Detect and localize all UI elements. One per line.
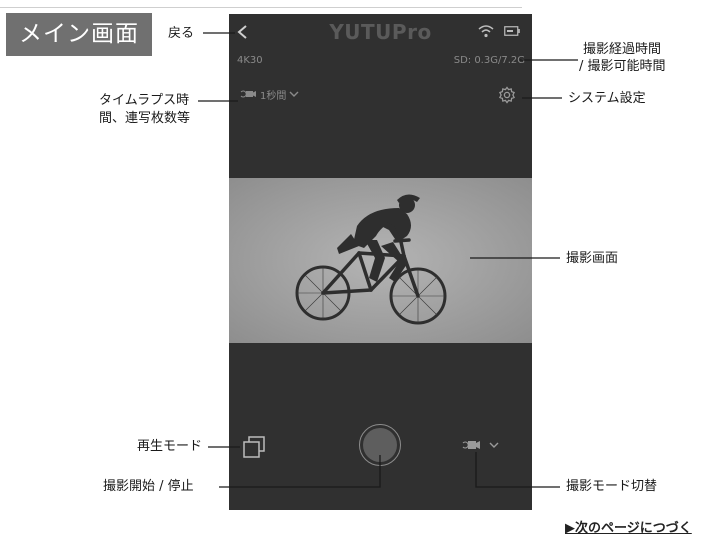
resolution-label: 4K30: [237, 55, 263, 66]
callout-interval-line2: 間、連写枚数等: [99, 111, 191, 126]
battery-icon: [504, 26, 520, 36]
sd-status: SD: 0.3G/7.2G: [453, 55, 525, 66]
next-page-link[interactable]: ▶次のページにつづく: [565, 517, 692, 536]
top-rule: [0, 7, 522, 8]
chevron-down-icon: [289, 91, 299, 97]
callout-interval-line1: タイムラプス時: [99, 93, 190, 108]
capture-mode-switch[interactable]: [461, 438, 499, 452]
chevron-down-icon: [489, 442, 499, 448]
callout-back: 戻る: [168, 26, 195, 41]
cyclist-image: [229, 178, 532, 343]
wifi-icon: [478, 25, 494, 38]
callout-shutter: 撮影開始 / 停止: [103, 479, 194, 494]
callout-elapsed-line2: / 撮影可能時間: [579, 59, 666, 74]
shutter-inner: [363, 428, 397, 462]
callout-settings: システム設定: [568, 91, 646, 106]
timelapse-setting[interactable]: 1秒間: [239, 86, 299, 102]
shutter-button[interactable]: [359, 424, 401, 466]
gallery-icon[interactable]: [243, 436, 265, 458]
camera-mode-icon: [462, 441, 480, 449]
timelapse-value: 1秒間: [260, 90, 287, 102]
timelapse-camera-icon: [240, 90, 256, 98]
callout-mode: 撮影モード切替: [566, 479, 658, 494]
phone-screen: YUTUPro 4K30 SD: 0.3G/7.2G 1秒間: [229, 14, 532, 510]
callout-playback: 再生モード: [137, 439, 203, 454]
page-title: メイン画面: [6, 13, 152, 56]
camera-preview: [229, 178, 532, 343]
callout-preview: 撮影画面: [566, 251, 619, 266]
callout-elapsed-line1: 撮影経過時間: [583, 42, 662, 57]
gear-icon[interactable]: [498, 86, 516, 104]
